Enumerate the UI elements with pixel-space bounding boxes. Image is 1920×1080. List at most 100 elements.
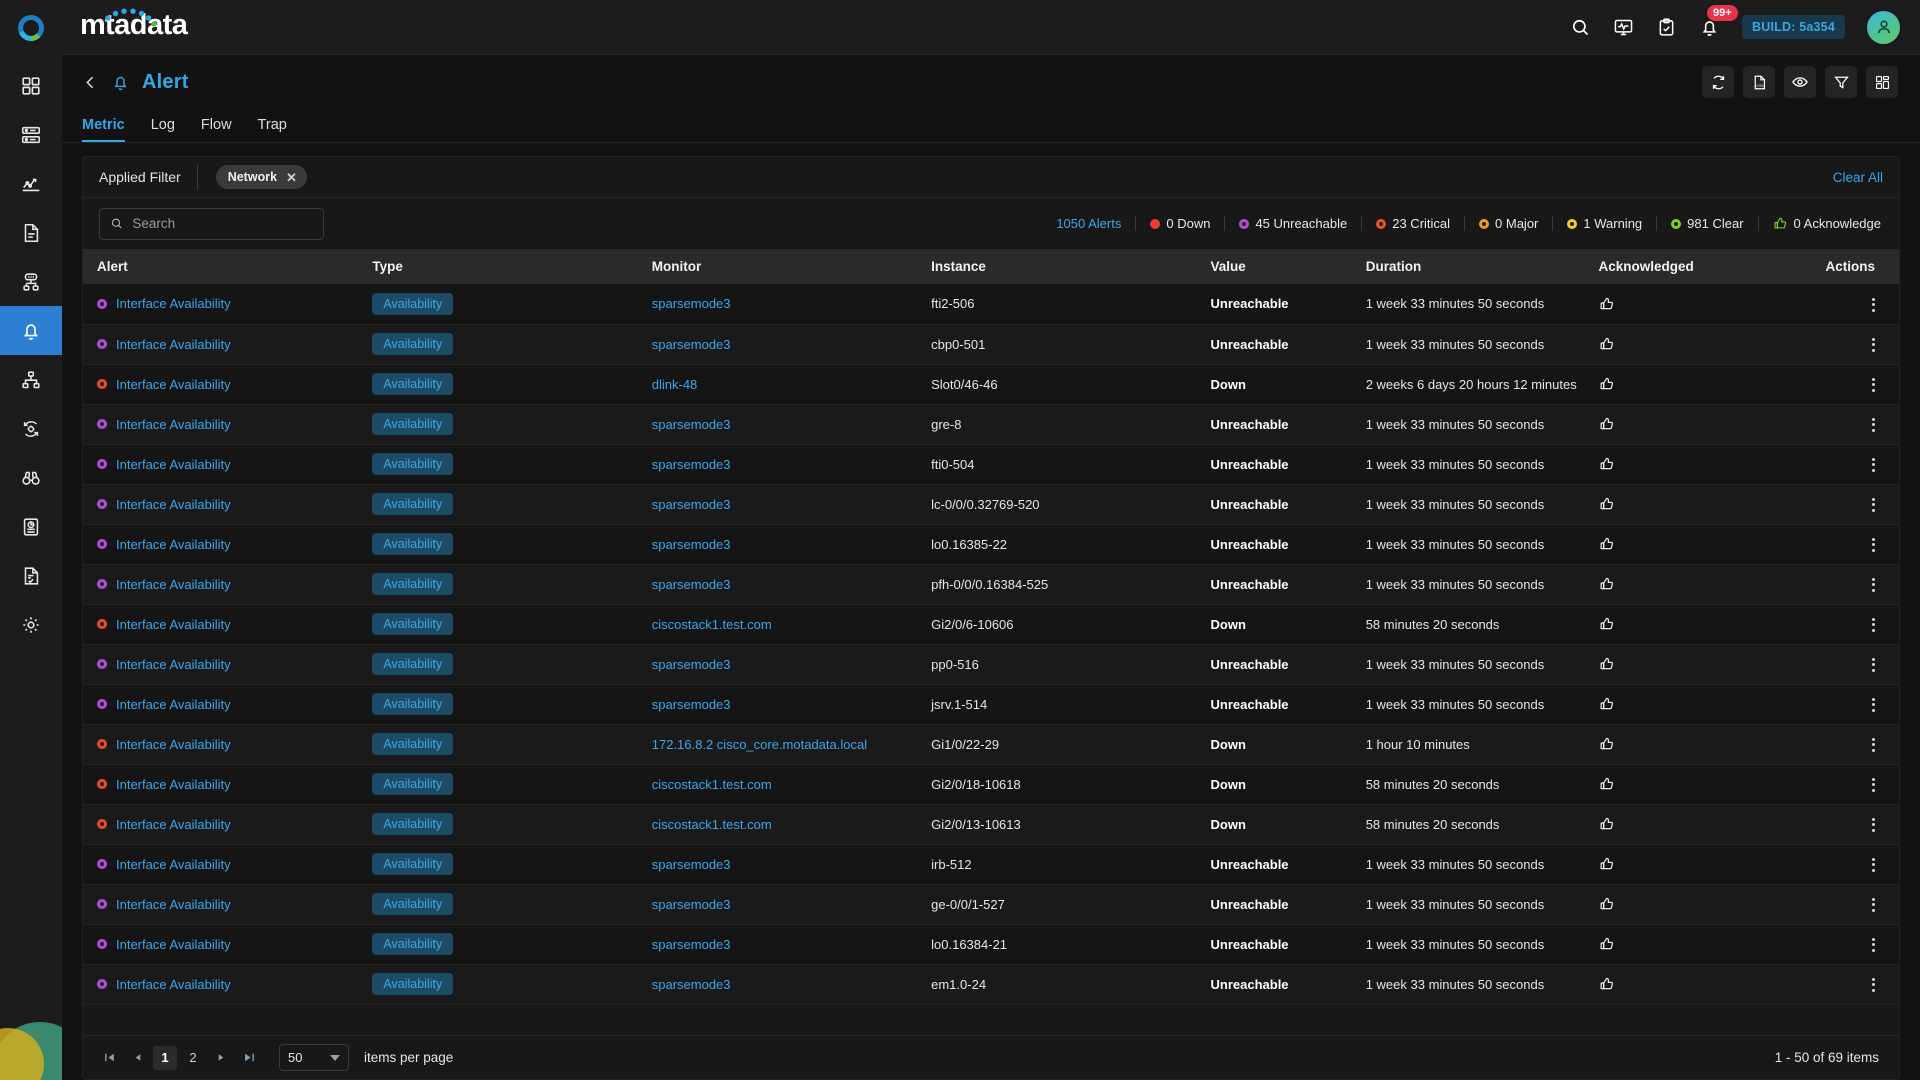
row-actions-menu[interactable] [1872, 938, 1875, 952]
sidebar-item-logs[interactable] [0, 208, 62, 257]
acknowledge-button[interactable] [1599, 296, 1765, 312]
type-badge[interactable]: Availability [372, 973, 453, 995]
sidebar-item-settings[interactable] [0, 600, 62, 649]
alert-link[interactable]: Interface Availability [116, 457, 231, 472]
acknowledge-button[interactable] [1599, 976, 1765, 992]
type-badge[interactable]: Availability [372, 733, 453, 755]
acknowledge-button[interactable] [1599, 376, 1765, 392]
type-badge[interactable]: Availability [372, 453, 453, 475]
monitor-link[interactable]: sparsemode3 [652, 457, 731, 472]
stat-major[interactable]: 0 Major [1464, 216, 1552, 231]
monitor-pulse-icon[interactable] [1613, 17, 1634, 38]
search-input[interactable] [132, 216, 313, 231]
alert-link[interactable]: Interface Availability [116, 897, 231, 912]
monitor-link[interactable]: sparsemode3 [652, 497, 731, 512]
tab-log[interactable]: Log [151, 117, 175, 142]
row-actions-menu[interactable] [1872, 658, 1875, 672]
alert-link[interactable]: Interface Availability [116, 537, 231, 552]
acknowledge-button[interactable] [1599, 936, 1765, 952]
type-badge[interactable]: Availability [372, 493, 453, 515]
row-actions-menu[interactable] [1872, 858, 1875, 872]
type-badge[interactable]: Availability [372, 653, 453, 675]
monitor-link[interactable]: ciscostack1.test.com [652, 817, 772, 832]
acknowledge-button[interactable] [1599, 856, 1765, 872]
monitor-link[interactable]: sparsemode3 [652, 537, 731, 552]
table-row[interactable]: Interface Availability Availability sparse… [83, 924, 1899, 964]
alert-link[interactable]: Interface Availability [116, 857, 231, 872]
alert-link[interactable]: Interface Availability [116, 937, 231, 952]
table-row[interactable]: Interface AvailabilityAvailabilitysparse… [83, 844, 1899, 884]
table-row[interactable]: Interface AvailabilityAvailabilitysparse… [83, 524, 1899, 564]
back-button[interactable] [82, 74, 99, 91]
alert-link[interactable]: Interface Availability [116, 817, 231, 832]
alert-link[interactable]: Interface Availability [116, 417, 231, 432]
type-badge[interactable]: Availability [372, 413, 453, 435]
column-header-duration[interactable]: Duration [1356, 249, 1589, 284]
table-row[interactable]: Interface AvailabilityAvailability172.16… [83, 724, 1899, 764]
type-badge[interactable]: Availability [372, 373, 453, 395]
type-badge[interactable]: Availability [372, 573, 453, 595]
watch-button[interactable] [1784, 66, 1816, 98]
sidebar-item-topology[interactable] [0, 355, 62, 404]
sidebar-item-reports[interactable] [0, 502, 62, 551]
sidebar-item-alert[interactable] [0, 306, 62, 355]
monitor-link[interactable]: sparsemode3 [652, 337, 731, 352]
alert-link[interactable]: Interface Availability [116, 296, 231, 311]
monitor-link[interactable]: sparsemode3 [652, 417, 731, 432]
row-actions-menu[interactable] [1872, 458, 1875, 472]
tab-trap[interactable]: Trap [258, 117, 287, 142]
page-button-1[interactable]: 1 [153, 1046, 177, 1070]
row-actions-menu[interactable] [1872, 418, 1875, 432]
clear-all-button[interactable]: Clear All [1833, 170, 1883, 185]
stat-clear[interactable]: 981 Clear [1656, 216, 1757, 231]
row-actions-menu[interactable] [1872, 978, 1875, 992]
first-page-button[interactable] [97, 1046, 121, 1070]
column-header-acknowledged[interactable]: Acknowledged [1589, 249, 1775, 284]
acknowledge-button[interactable] [1599, 896, 1765, 912]
layout-button[interactable] [1866, 66, 1898, 98]
last-page-button[interactable] [237, 1046, 261, 1070]
row-actions-menu[interactable] [1872, 778, 1875, 792]
filter-button[interactable] [1825, 66, 1857, 98]
column-header-value[interactable]: Value [1201, 249, 1356, 284]
row-actions-menu[interactable] [1872, 538, 1875, 552]
stat-down[interactable]: 0 Down [1135, 216, 1224, 231]
row-actions-menu[interactable] [1872, 738, 1875, 752]
table-row[interactable]: Interface AvailabilityAvailabilitysparse… [83, 964, 1899, 1004]
type-badge[interactable]: Availability [372, 813, 453, 835]
row-actions-menu[interactable] [1872, 618, 1875, 632]
sidebar-item-automation[interactable] [0, 404, 62, 453]
alert-link[interactable]: Interface Availability [116, 577, 231, 592]
type-badge[interactable]: Availability [372, 773, 453, 795]
search-icon[interactable] [1570, 17, 1591, 38]
table-row[interactable]: Interface AvailabilityAvailabilitysparse… [83, 644, 1899, 684]
alert-link[interactable]: Interface Availability [116, 377, 231, 392]
type-badge[interactable]: Availability [372, 933, 453, 955]
monitor-link[interactable]: sparsemode3 [652, 937, 731, 952]
column-header-monitor[interactable]: Monitor [642, 249, 921, 284]
alert-link[interactable]: Interface Availability [116, 337, 231, 352]
row-actions-menu[interactable] [1872, 298, 1875, 312]
monitor-link[interactable]: dlink-48 [652, 377, 698, 392]
alert-link[interactable]: Interface Availability [116, 657, 231, 672]
build-chip[interactable]: BUILD: 5a354 [1742, 15, 1845, 39]
export-csv-button[interactable]: CSV [1743, 66, 1775, 98]
type-badge[interactable]: Availability [372, 693, 453, 715]
alert-link[interactable]: Interface Availability [116, 617, 231, 632]
monitor-link[interactable]: sparsemode3 [652, 857, 731, 872]
table-row[interactable]: Interface AvailabilityAvailabilitysparse… [83, 684, 1899, 724]
row-actions-menu[interactable] [1872, 818, 1875, 832]
brand-logo[interactable]: m tadata [80, 7, 256, 47]
acknowledge-button[interactable] [1599, 576, 1765, 592]
alert-link[interactable]: Interface Availability [116, 777, 231, 792]
notification-bell[interactable]: 99+ [1699, 17, 1720, 38]
stat-total-alerts[interactable]: 1050 Alerts [1042, 216, 1135, 231]
avatar[interactable] [1867, 11, 1900, 44]
items-per-page-select[interactable]: 50 [279, 1044, 349, 1071]
alert-link[interactable]: Interface Availability [116, 697, 231, 712]
table-row[interactable]: Interface AvailabilityAvailabilitysparse… [83, 484, 1899, 524]
acknowledge-button[interactable] [1599, 496, 1765, 512]
column-header-type[interactable]: Type [362, 249, 641, 284]
monitor-link[interactable]: ciscostack1.test.com [652, 617, 772, 632]
type-badge[interactable]: Availability [372, 893, 453, 915]
